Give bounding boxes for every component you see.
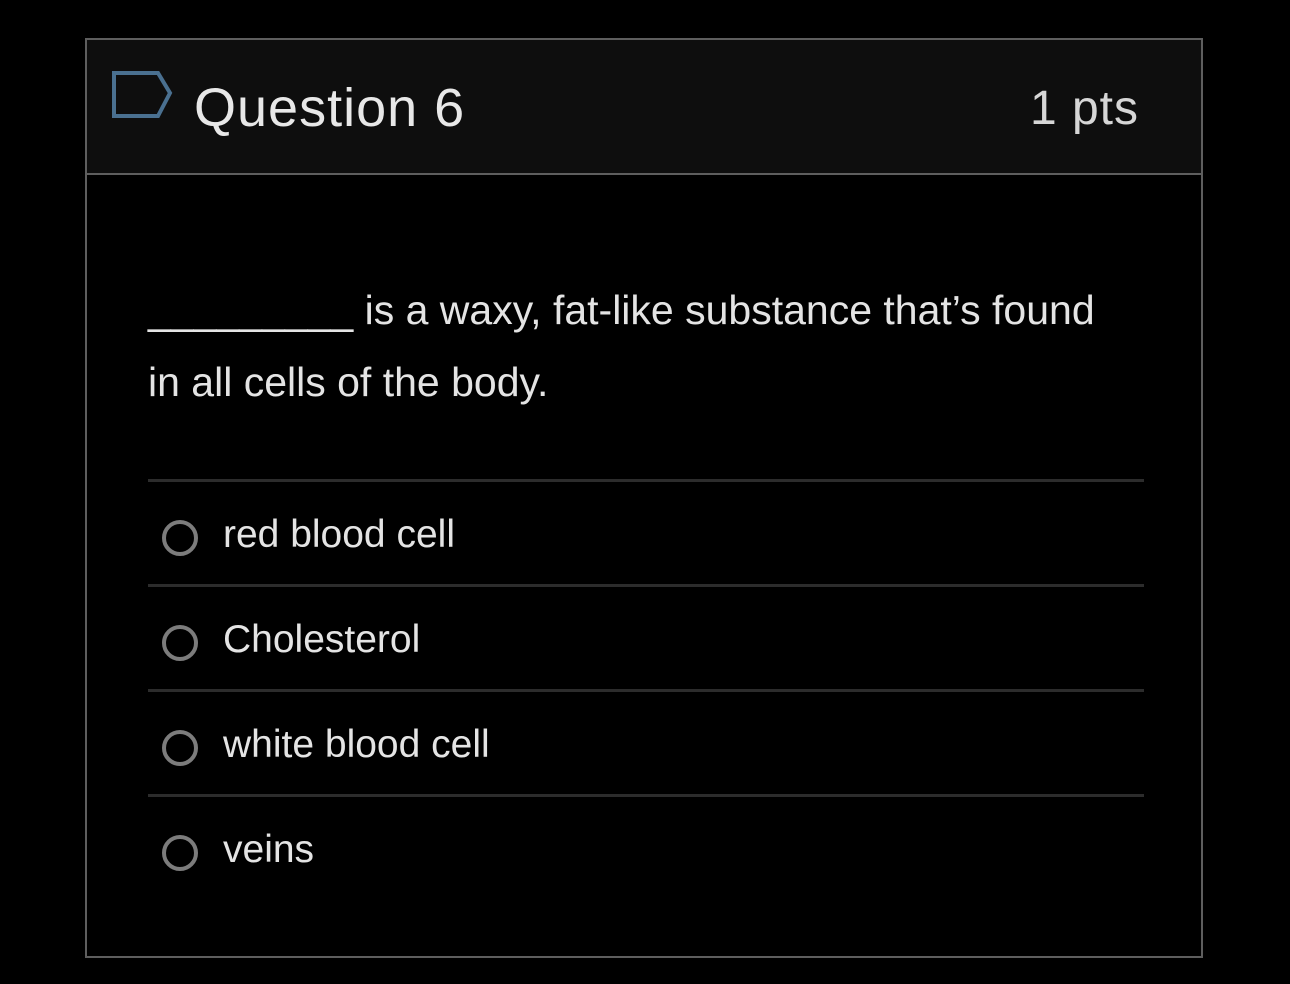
answer-option[interactable]: veins [148, 797, 1144, 899]
answer-label: Cholesterol [223, 618, 421, 661]
question-header: Question 6 1 pts [87, 40, 1201, 175]
answer-option[interactable]: red blood cell [148, 482, 1144, 587]
flag-icon[interactable] [111, 70, 173, 120]
answer-option[interactable]: white blood cell [148, 692, 1144, 797]
question-title: Question 6 [194, 78, 466, 138]
radio-button[interactable] [162, 730, 198, 766]
points-value: 1 pts [1029, 82, 1139, 135]
answer-label: red blood cell [223, 513, 455, 556]
question-text: _________ is a waxy, fat-like substance … [148, 287, 1095, 405]
radio-button[interactable] [162, 625, 198, 661]
radio-button[interactable] [162, 835, 198, 871]
answer-list: red blood cell Cholesterol white blood c… [148, 479, 1144, 899]
answer-label: white blood cell [223, 723, 490, 766]
answer-option[interactable]: Cholesterol [148, 587, 1144, 692]
radio-button[interactable] [162, 520, 198, 556]
question-card: Question 6 1 pts _________ is a waxy, fa… [85, 38, 1203, 958]
answer-label: veins [223, 828, 315, 871]
